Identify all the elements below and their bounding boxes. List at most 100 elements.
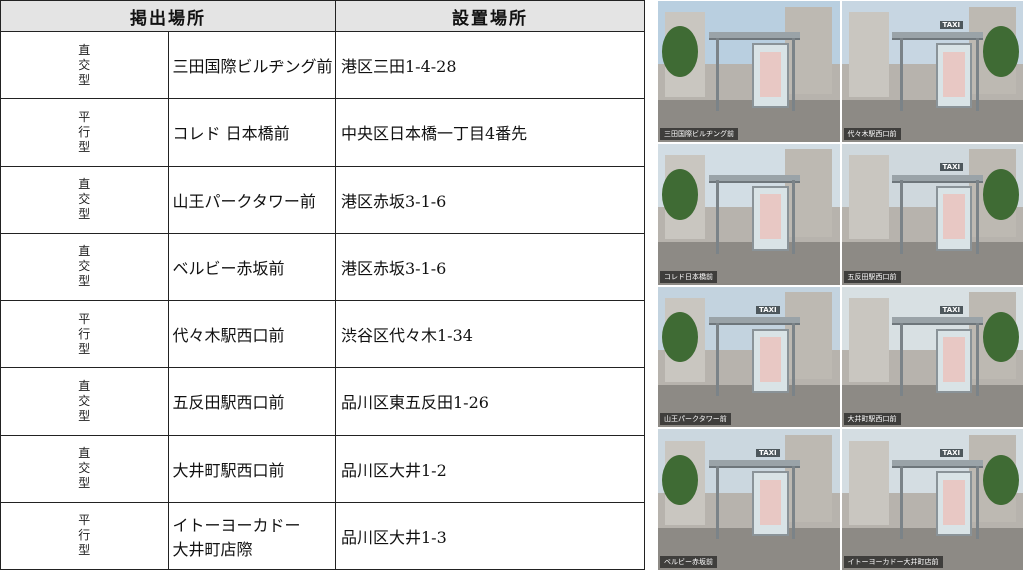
shelter-photo: TAXI 山王パークタワー前 bbox=[657, 285, 841, 429]
photo-tree bbox=[661, 26, 698, 77]
shelter-post bbox=[792, 465, 796, 540]
address-cell: 中央区日本橋一丁目4番先 bbox=[335, 98, 645, 167]
photo-caption: 代々木駅西口前 bbox=[843, 127, 901, 140]
photo-tree bbox=[661, 454, 698, 506]
shelter-post bbox=[899, 37, 903, 111]
shelter-type-char: 交 bbox=[78, 57, 91, 72]
shelter-post bbox=[975, 465, 979, 540]
shelter-roof bbox=[892, 174, 984, 183]
location-name-line2: 大井町店際 bbox=[172, 539, 253, 559]
photo-caption: イトーヨーカドー大井町店前 bbox=[843, 556, 943, 568]
table-header-row: 掲出場所 設置場所 bbox=[0, 0, 645, 32]
address-cell: 港区赤坂3-1-6 bbox=[335, 232, 645, 302]
shelter-post bbox=[975, 37, 979, 111]
shelter-post bbox=[899, 323, 903, 397]
shelter-type-char: 直 bbox=[78, 378, 91, 393]
location-cell: 五反田駅西口前 bbox=[167, 367, 336, 436]
shelter-type-char: 型 bbox=[78, 139, 91, 154]
header-address: 設置場所 bbox=[335, 0, 645, 32]
shelter-type: 平行型 bbox=[0, 299, 169, 369]
shelter-post bbox=[899, 465, 903, 540]
shelter-post bbox=[716, 465, 720, 540]
shelter-type-char: 行 bbox=[78, 124, 91, 139]
shelter-type-char: 直 bbox=[78, 42, 91, 57]
location-name: 山王パークタワー前 bbox=[172, 191, 316, 211]
shelter-type-char: 型 bbox=[78, 207, 91, 222]
table-row: 平行型コレド 日本橋前 中央区日本橋一丁目4番先 bbox=[0, 98, 645, 167]
shelter-ad bbox=[759, 337, 782, 383]
taxi-sign: TAXI bbox=[939, 306, 964, 315]
location-cell: 代々木駅西口前 bbox=[167, 299, 336, 369]
shelter-photo: 三田国際ビルヂング前 bbox=[657, 0, 841, 143]
table-row: 直交型五反田駅西口前 品川区東五反田1-26 bbox=[0, 367, 645, 436]
shelter-roof bbox=[708, 31, 800, 40]
table-row: 直交型三田国際ビルヂング前 港区三田1-4-28 bbox=[0, 30, 645, 100]
photo-building bbox=[848, 155, 889, 240]
photo-caption: 五反田駅西口前 bbox=[843, 270, 901, 283]
table-row: 直交型ベルビー赤坂前 港区赤坂3-1-6 bbox=[0, 232, 645, 302]
shelter-type: 平行型 bbox=[0, 501, 169, 571]
photo-building bbox=[848, 297, 889, 383]
shelter-type-char: 型 bbox=[78, 72, 91, 87]
shelter-ad bbox=[759, 51, 782, 97]
address-cell: 渋谷区代々木1-34 bbox=[335, 299, 645, 369]
taxi-sign: TAXI bbox=[939, 163, 964, 172]
shelter-post bbox=[792, 323, 796, 397]
photo-building bbox=[848, 440, 889, 525]
shelter-photo: TAXI 代々木駅西口前 bbox=[840, 0, 1024, 143]
location-name: 大井町駅西口前 bbox=[172, 460, 285, 480]
location-name: コレド 日本橋前 bbox=[172, 124, 290, 144]
location-cell: コレド 日本橋前 bbox=[167, 98, 336, 167]
shelter-type-char: 型 bbox=[78, 476, 91, 491]
shelter-roof bbox=[708, 174, 800, 183]
shelter-type-char: 型 bbox=[78, 543, 91, 558]
shelter-type-char: 交 bbox=[78, 393, 91, 408]
shelter-photo: TAXI ベルビー赤坂前 bbox=[657, 428, 841, 571]
shelter-type-char: 直 bbox=[78, 446, 91, 461]
photo-caption: 大井町駅西口前 bbox=[843, 413, 901, 426]
shelter-photo: コレド日本橋前 bbox=[657, 142, 841, 286]
photo-tree bbox=[661, 311, 698, 363]
photo-tree bbox=[983, 26, 1020, 77]
address-cell: 港区三田1-4-28 bbox=[335, 30, 645, 100]
location-cell: ベルビー赤坂前 bbox=[167, 232, 336, 302]
shelter-roof bbox=[892, 460, 984, 469]
shelter-post bbox=[792, 37, 796, 111]
table-row: 平行型イトーヨーカドー 大井町店際 品川区大井1-3 bbox=[0, 501, 645, 571]
location-name: イトーヨーカドー bbox=[172, 515, 301, 535]
shelter-post bbox=[716, 180, 720, 254]
shelter-ad bbox=[943, 337, 965, 383]
shelter-photo: TAXI イトーヨーカドー大井町店前 bbox=[840, 428, 1024, 571]
location-cell: イトーヨーカドー 大井町店際 bbox=[167, 501, 336, 571]
photo-grid: 三田国際ビルヂング前 TAXI 代々木駅西口前 コレド日本橋前 TAXI 五反田駅西口前 T… bbox=[657, 0, 1024, 571]
location-cell: 大井町駅西口前 bbox=[167, 434, 336, 503]
table-row: 直交型大井町駅西口前 品川区大井1-2 bbox=[0, 434, 645, 503]
shelter-type-char: 行 bbox=[78, 528, 91, 543]
shelter-post bbox=[899, 180, 903, 254]
photo-building bbox=[848, 12, 889, 97]
shelter-type: 直交型 bbox=[0, 434, 169, 503]
location-name: 五反田駅西口前 bbox=[172, 393, 285, 413]
location-cell: 山王パークタワー前 bbox=[167, 165, 336, 234]
shelter-roof bbox=[708, 317, 800, 326]
shelter-type-char: 型 bbox=[78, 408, 91, 423]
shelter-type-char: 型 bbox=[78, 341, 91, 356]
shelter-photo: TAXI 大井町駅西口前 bbox=[840, 285, 1024, 429]
shelter-post bbox=[716, 37, 720, 111]
shelter-post bbox=[792, 180, 796, 254]
shelter-type-char: 行 bbox=[78, 326, 91, 341]
address-cell: 品川区大井1-2 bbox=[335, 434, 645, 503]
location-table: 掲出場所 設置場所 直交型三田国際ビルヂング前 港区三田1-4-28 平行型コレド … bbox=[0, 0, 645, 571]
shelter-ad bbox=[943, 51, 965, 97]
photo-caption: 三田国際ビルヂング前 bbox=[660, 127, 738, 140]
shelter-post bbox=[975, 323, 979, 397]
shelter-type-char: 型 bbox=[78, 274, 91, 289]
shelter-type: 直交型 bbox=[0, 232, 169, 302]
location-name: 代々木駅西口前 bbox=[172, 326, 285, 346]
shelter-post bbox=[975, 180, 979, 254]
shelter-type-char: 平 bbox=[78, 311, 91, 326]
photo-caption: ベルビー赤坂前 bbox=[660, 556, 717, 568]
shelter-type: 直交型 bbox=[0, 165, 169, 234]
location-name: ベルビー赤坂前 bbox=[172, 258, 285, 278]
photo-tree bbox=[983, 169, 1020, 220]
